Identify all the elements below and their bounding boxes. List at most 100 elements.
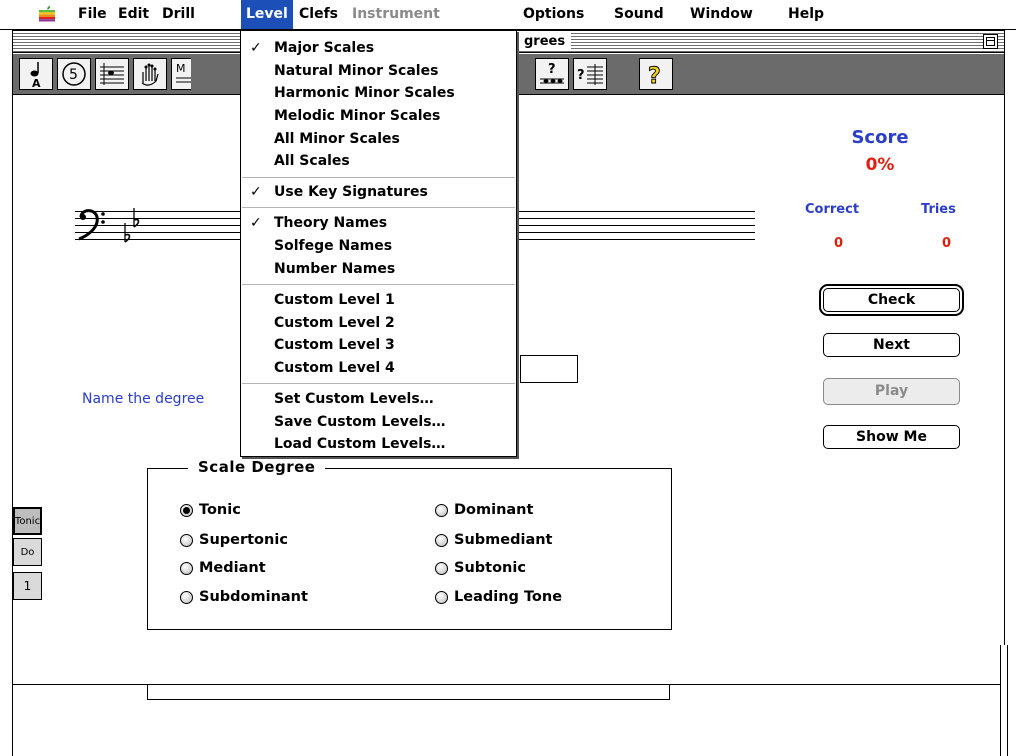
svg-text:?: ?	[577, 68, 585, 83]
radio-supertonic[interactable]: Supertonic	[180, 532, 288, 548]
radio-icon	[180, 561, 193, 575]
menu-item-load-custom-levels[interactable]: Load Custom Levels…	[274, 435, 445, 453]
score-value: 0%	[865, 155, 895, 175]
answer-field[interactable]	[520, 355, 578, 383]
radio-icon	[435, 561, 448, 575]
menu-item-major-scales[interactable]: Major Scales	[274, 39, 374, 57]
question-staff-icon: ?	[540, 62, 564, 84]
menu-item-theory-names[interactable]: Theory Names	[274, 214, 387, 232]
hand-keys-tool[interactable]	[133, 58, 167, 90]
menu-separator	[242, 177, 515, 178]
circle-five-icon: 5	[62, 62, 86, 86]
radio-selected-icon	[180, 503, 193, 517]
show-me-button[interactable]: Show Me	[823, 425, 960, 449]
flat-sign-icon	[124, 223, 131, 243]
radio-icon	[435, 590, 448, 604]
solfege-names-toggle[interactable]: Do	[13, 538, 42, 566]
radio-icon	[180, 590, 193, 604]
svg-text:?: ?	[548, 62, 556, 77]
radio-icon	[435, 503, 448, 517]
radio-tonic[interactable]: Tonic	[180, 502, 241, 518]
menu-item-solfege-names[interactable]: Solfege Names	[274, 237, 392, 255]
window-title: grees	[518, 33, 572, 50]
background-scrollbar[interactable]	[1000, 645, 1008, 756]
menu-separator	[242, 383, 515, 384]
menu-instrument: Instrument	[352, 6, 440, 22]
menu-window[interactable]: Window	[685, 0, 758, 29]
radio-label: Subdominant	[199, 589, 308, 605]
menu-item-number-names[interactable]: Number Names	[274, 260, 395, 278]
menu-options[interactable]: Options	[518, 0, 589, 29]
menu-level[interactable]: Level	[241, 0, 293, 29]
radio-label: Submediant	[454, 532, 553, 548]
menu-item-use-key-signatures[interactable]: Use Key Signatures	[274, 183, 428, 201]
menu-item-custom-level-4[interactable]: Custom Level 4	[274, 359, 395, 377]
radio-mediant[interactable]: Mediant	[180, 560, 266, 576]
menu-item-natural-minor[interactable]: Natural Minor Scales	[274, 62, 438, 80]
checkmark-icon: ✓	[250, 215, 262, 231]
correct-count: 0	[834, 236, 844, 251]
play-button: Play	[823, 378, 960, 405]
hand-keys-icon	[141, 63, 159, 86]
menu-item-custom-level-2[interactable]: Custom Level 2	[274, 314, 395, 332]
major-scale-tool[interactable]: M	[171, 58, 191, 90]
checkmark-icon: ✓	[250, 184, 262, 200]
background-frame	[147, 685, 670, 700]
radio-label: Dominant	[454, 502, 534, 518]
menu-item-set-custom-levels[interactable]: Set Custom Levels…	[274, 390, 434, 408]
window-zoom-icon[interactable]	[983, 34, 998, 49]
radio-icon	[180, 533, 193, 547]
scale-degree-legend: Scale Degree	[188, 458, 326, 476]
radio-subtonic[interactable]: Subtonic	[435, 560, 526, 576]
checkmark-icon: ✓	[250, 40, 262, 56]
tries-count: 0	[942, 236, 952, 251]
menu-file[interactable]: File	[73, 0, 112, 29]
svg-text:?: ?	[648, 64, 661, 88]
radio-label: Mediant	[199, 560, 266, 576]
radio-dominant[interactable]: Dominant	[435, 502, 533, 518]
radio-label: Subtonic	[454, 560, 526, 576]
staff-notes-tool[interactable]	[95, 58, 129, 90]
menu-item-all-scales[interactable]: All Scales	[274, 152, 350, 170]
radio-label: Leading Tone	[454, 589, 563, 605]
number-names-toggle[interactable]: 1	[13, 572, 42, 600]
menu-separator	[242, 284, 515, 285]
next-button[interactable]: Next	[823, 333, 960, 357]
radio-subdominant[interactable]: Subdominant	[180, 589, 308, 605]
menu-edit[interactable]: Edit	[113, 0, 154, 29]
menu-item-save-custom-levels[interactable]: Save Custom Levels…	[274, 413, 446, 431]
help-tool[interactable]: ?	[639, 58, 673, 90]
staff-notes-icon	[100, 63, 124, 85]
circle-of-fifths-tool[interactable]: 5	[57, 58, 91, 90]
radio-label: Supertonic	[199, 532, 288, 548]
question-staff-tool[interactable]: ?	[535, 58, 569, 90]
radio-icon	[435, 533, 448, 547]
prompt-text: Name the degree	[82, 391, 205, 407]
menu-bar: File Edit Drill Level Clefs Instrument O…	[0, 0, 1016, 30]
tries-label: Tries	[921, 202, 956, 217]
svg-text:A: A	[32, 77, 41, 88]
menu-item-harmonic-minor[interactable]: Harmonic Minor Scales	[274, 84, 455, 102]
menu-sound[interactable]: Sound	[609, 0, 669, 29]
radio-leading-tone[interactable]: Leading Tone	[435, 589, 562, 605]
menu-help[interactable]: Help	[783, 0, 829, 29]
menu-item-custom-level-1[interactable]: Custom Level 1	[274, 291, 395, 309]
note-a-tool[interactable]: A	[19, 58, 53, 90]
apple-logo-icon[interactable]	[38, 5, 56, 23]
menu-separator	[242, 207, 515, 208]
theory-names-toggle[interactable]: Tonic	[13, 507, 42, 535]
check-button[interactable]: Check	[819, 284, 964, 316]
bass-clef-icon	[78, 208, 140, 243]
level-menu: ✓ Major Scales Natural Minor Scales Harm…	[240, 30, 517, 457]
question-staff-lines-tool[interactable]: ?	[573, 58, 607, 90]
menu-drill[interactable]: Drill	[157, 0, 200, 29]
question-staff-lines-icon: ?	[577, 64, 603, 85]
svg-text:5: 5	[69, 67, 78, 83]
menu-clefs[interactable]: Clefs	[294, 0, 343, 29]
score-label: Score	[851, 127, 909, 148]
menu-item-all-minor[interactable]: All Minor Scales	[274, 130, 400, 148]
menu-item-custom-level-3[interactable]: Custom Level 3	[274, 336, 395, 354]
radio-submediant[interactable]: Submediant	[435, 532, 552, 548]
svg-text:M: M	[176, 62, 186, 75]
menu-item-melodic-minor[interactable]: Melodic Minor Scales	[274, 107, 440, 125]
